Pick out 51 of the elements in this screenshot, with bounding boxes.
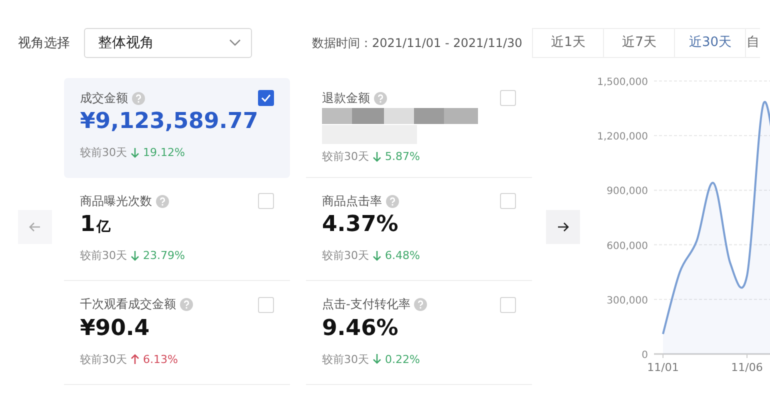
period-tab[interactable]: 近1天 — [533, 29, 604, 57]
arrow-left-icon — [29, 222, 41, 232]
y-tick-label: 300,000 — [606, 295, 648, 306]
help-icon[interactable] — [414, 298, 428, 312]
period-tab[interactable]: 自 — [746, 29, 760, 57]
metric-name: 点击-支付转化率 — [322, 296, 410, 314]
metric-value: ¥9,123,589.77 — [80, 109, 260, 136]
metric-value: 4.37% — [322, 212, 400, 240]
compare-label: 较前30天 — [80, 352, 127, 367]
view-dropdown[interactable]: 整体视角 — [84, 28, 252, 58]
metric-name: 成交金额 — [80, 90, 128, 106]
period-tab[interactable]: 近30天 — [675, 29, 746, 57]
help-icon[interactable] — [180, 298, 193, 312]
compare-label: 较前30天 — [322, 352, 369, 367]
compare-label: 较前30天 — [80, 248, 127, 264]
view-label: 视角选择 — [18, 35, 70, 52]
y-tick-label: 900,000 — [606, 186, 648, 198]
change-percent: 23.79% — [143, 249, 185, 262]
check-icon — [261, 94, 271, 102]
help-icon[interactable] — [386, 194, 399, 208]
metric-value: 9.46% — [322, 316, 400, 343]
y-tick-label: 1,500,000 — [597, 77, 648, 88]
compare-label: 较前30天 — [322, 248, 369, 264]
help-icon[interactable] — [132, 92, 145, 104]
metric-name: 商品曝光次数 — [80, 192, 152, 210]
change-percent: 6.48% — [385, 249, 420, 262]
help-icon[interactable] — [156, 194, 169, 208]
metric-name: 千次观看成交金额 — [80, 296, 176, 314]
period-tab[interactable]: 近7天 — [604, 29, 676, 57]
help-icon[interactable] — [374, 92, 387, 104]
metric-value: ¥90.4 — [80, 316, 151, 343]
date-range: 数据时间：2021/11/01 - 2021/11/30 — [312, 34, 522, 52]
metric-name: 退款金额 — [322, 90, 370, 106]
next-button[interactable] — [546, 210, 580, 244]
prev-button[interactable] — [18, 210, 52, 244]
y-tick-label: 1,200,000 — [597, 132, 648, 143]
change-percent: 5.87% — [385, 150, 420, 163]
x-tick-label: 11/01 — [647, 361, 679, 374]
metric-checkbox[interactable] — [258, 90, 274, 106]
change-percent: 19.12% — [143, 146, 185, 159]
change-percent: 6.13% — [143, 352, 178, 366]
change-percent: 0.22% — [385, 352, 420, 366]
chevron-down-icon — [229, 39, 241, 47]
compare-label: 较前30天 — [322, 149, 369, 164]
arrow-right-icon — [557, 222, 569, 232]
metric-value: 1亿 — [80, 212, 112, 240]
x-tick-label: 11/06 — [731, 361, 763, 374]
y-tick-label: 600,000 — [606, 240, 648, 252]
y-tick-label: 0 — [642, 350, 648, 361]
compare-label: 较前30天 — [80, 145, 127, 160]
metric-name: 商品点击率 — [322, 192, 382, 210]
